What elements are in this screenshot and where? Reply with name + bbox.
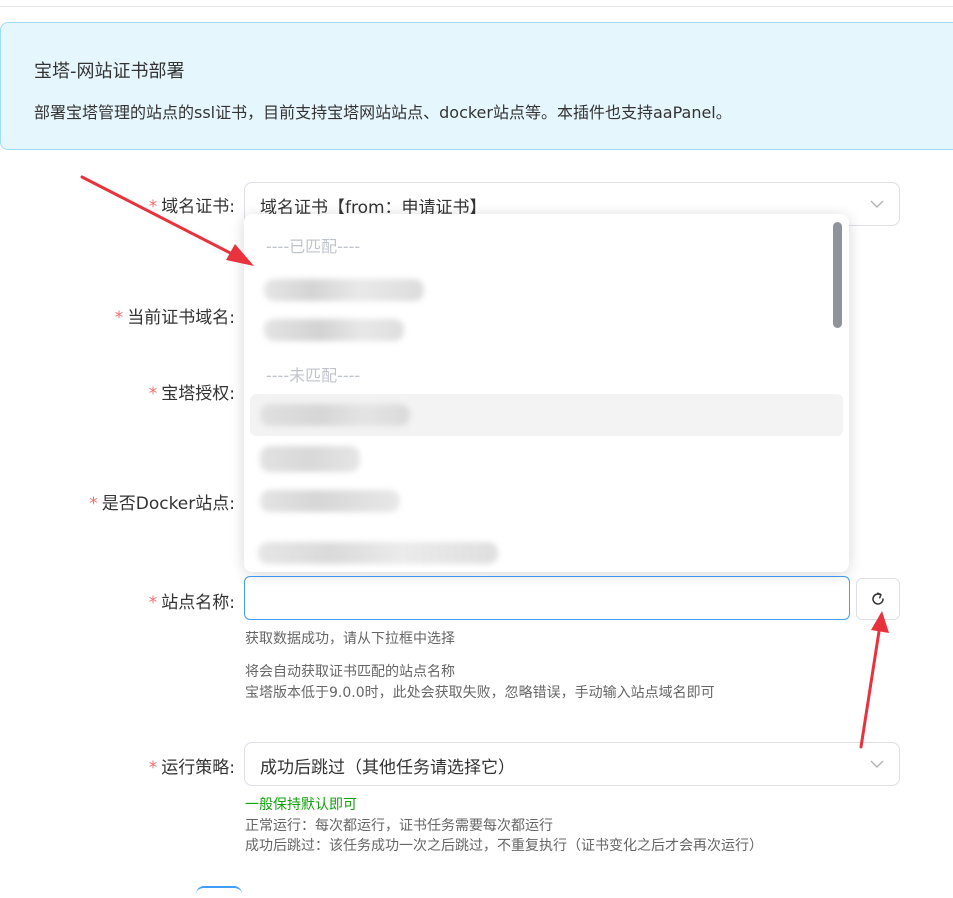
- redacted-text: [260, 490, 400, 512]
- redacted-text: [264, 319, 404, 341]
- strategy-help-2: 成功后跳过：该任务成功一次之后跳过，不重复执行（证书变化之后才会再次运行）: [245, 838, 763, 854]
- chevron-down-icon: [870, 200, 884, 208]
- dropdown-option[interactable]: [250, 269, 843, 311]
- strategy-label: * 运行策略:: [148, 758, 235, 778]
- site-label: * 站点名称:: [148, 593, 235, 613]
- dropdown-option[interactable]: [250, 480, 843, 522]
- site-dropdown[interactable]: ----已匹配---- ----未匹配----: [244, 214, 849, 572]
- strategy-select[interactable]: 成功后跳过（其他任务请选择它）: [244, 742, 900, 786]
- top-divider: [0, 6, 953, 7]
- banner-title: 宝塔-网站证书部署: [34, 61, 185, 82]
- banner-description: 部署宝塔管理的站点的ssl证书，目前支持宝塔网站站点、docker站点等。本插件…: [34, 103, 732, 122]
- refresh-icon: [872, 592, 884, 605]
- docker-label: * 是否Docker站点:: [89, 494, 235, 514]
- group-matched-header: ----已匹配----: [266, 237, 361, 256]
- strategy-help-1: 正常运行：每次都运行，证书任务需要每次都运行: [245, 818, 553, 834]
- strategy-select-value: 成功后跳过（其他任务请选择它）: [260, 758, 515, 778]
- auth-label: * 宝塔授权:: [148, 384, 235, 404]
- site-help-success: 获取数据成功，请从下拉框中选择: [245, 631, 455, 647]
- dropdown-option[interactable]: [250, 394, 843, 436]
- chevron-down-icon: [870, 760, 884, 768]
- site-help-1: 将会自动获取证书匹配的站点名称: [245, 664, 455, 680]
- redacted-text: [264, 279, 424, 301]
- redacted-text: [258, 542, 498, 564]
- group-unmatched-header: ----未匹配----: [266, 366, 361, 385]
- site-name-input[interactable]: [244, 576, 850, 620]
- submit-button-edge[interactable]: [196, 886, 242, 898]
- dropdown-scrollbar[interactable]: [833, 222, 842, 328]
- site-help-2: 宝塔版本低于9.0.0时，此处会获取失败，忽略错误，手动输入站点域名即可: [245, 685, 715, 701]
- dropdown-option[interactable]: [250, 536, 843, 572]
- redacted-text: [260, 404, 410, 426]
- redacted-text: [260, 446, 360, 472]
- strategy-help-default: 一般保持默认即可: [245, 797, 357, 813]
- annotation-arrow-2: [859, 623, 882, 749]
- cert-label: * 域名证书:: [148, 197, 235, 217]
- domain-label: * 当前证书域名:: [114, 308, 235, 328]
- info-banner: 宝塔-网站证书部署 部署宝塔管理的站点的ssl证书，目前支持宝塔网站站点、doc…: [0, 22, 953, 150]
- dropdown-option[interactable]: [250, 309, 843, 351]
- dropdown-option[interactable]: [250, 436, 843, 478]
- annotation-arrow-1: [80, 175, 242, 260]
- refresh-button[interactable]: [856, 578, 900, 620]
